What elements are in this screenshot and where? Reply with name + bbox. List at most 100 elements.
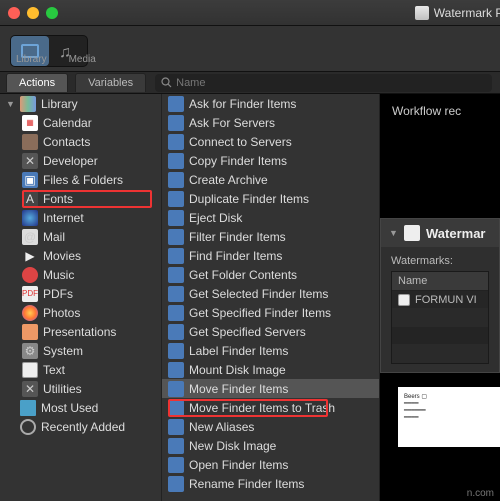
action-item[interactable]: Get Folder Contents bbox=[162, 265, 379, 284]
action-item[interactable]: Filter Finder Items bbox=[162, 227, 379, 246]
finder-icon bbox=[168, 191, 184, 207]
tab-actions[interactable]: Actions bbox=[6, 73, 68, 92]
minimize-icon[interactable] bbox=[27, 7, 39, 19]
clock-icon bbox=[20, 419, 36, 435]
sidebar-item-fonts[interactable]: AFonts bbox=[0, 189, 161, 208]
document-icon bbox=[415, 6, 429, 20]
sidebar-item-pdfs[interactable]: PDFPDFs bbox=[0, 284, 161, 303]
action-item[interactable]: Duplicate Finder Items bbox=[162, 189, 379, 208]
table-row bbox=[392, 327, 488, 345]
action-item[interactable]: New Aliases bbox=[162, 417, 379, 436]
sidebar-item-system[interactable]: ⚙System bbox=[0, 341, 161, 360]
search-icon bbox=[161, 77, 172, 88]
sidebar-item-files-folders[interactable]: ▣Files & Folders bbox=[0, 170, 161, 189]
sidebar-item-contacts[interactable]: Contacts bbox=[0, 132, 161, 151]
action-item[interactable]: Ask for Finder Items bbox=[162, 94, 379, 113]
finder-icon bbox=[168, 153, 184, 169]
sidebar-item-developer[interactable]: ✕Developer bbox=[0, 151, 161, 170]
action-item[interactable]: Create Archive bbox=[162, 170, 379, 189]
finder-icon bbox=[168, 96, 184, 112]
sidebar-recently-added[interactable]: Recently Added bbox=[0, 417, 161, 436]
titlebar: Watermark PD bbox=[0, 0, 500, 26]
workflow-header: Workflow rec bbox=[380, 94, 500, 128]
table-row[interactable]: FORMUN VI bbox=[392, 291, 488, 309]
media-label: Media bbox=[69, 54, 96, 65]
sidebar-item-photos[interactable]: Photos bbox=[0, 303, 161, 322]
text-icon bbox=[22, 362, 38, 378]
sidebar-item-calendar[interactable]: ▦Calendar bbox=[0, 113, 161, 132]
window-title: Watermark PD bbox=[415, 6, 500, 20]
table-row bbox=[392, 309, 488, 327]
internet-icon bbox=[22, 210, 38, 226]
library-root[interactable]: ▼ Library bbox=[0, 94, 161, 113]
sidebar-item-movies[interactable]: ▶Movies bbox=[0, 246, 161, 265]
movies-icon: ▶ bbox=[22, 248, 38, 264]
developer-icon: ✕ bbox=[22, 153, 38, 169]
document-preview: Beers ▢━━━━━━━━━━━━━━ bbox=[398, 387, 500, 447]
action-item[interactable]: Connect to Servers bbox=[162, 132, 379, 151]
finder-icon bbox=[168, 305, 184, 321]
finder-icon bbox=[168, 229, 184, 245]
fonts-icon: A bbox=[22, 191, 38, 207]
search-input[interactable]: Name bbox=[155, 74, 492, 92]
finder-icon bbox=[168, 400, 184, 416]
utilities-icon: ✕ bbox=[22, 381, 38, 397]
watermarks-label: Watermarks: bbox=[391, 255, 489, 267]
action-item[interactable]: Get Selected Finder Items bbox=[162, 284, 379, 303]
close-icon[interactable] bbox=[8, 7, 20, 19]
finder-icon bbox=[168, 115, 184, 131]
watermark-panel: ▼ Watermar Watermarks: Name FORMUN VI bbox=[380, 218, 500, 373]
action-item[interactable]: Rename Finder Items bbox=[162, 474, 379, 493]
watermarks-table: Name FORMUN VI bbox=[391, 271, 489, 364]
system-icon: ⚙ bbox=[22, 343, 38, 359]
tabbar: Actions Variables Name bbox=[0, 72, 500, 94]
sidebar-item-presentations[interactable]: Presentations bbox=[0, 322, 161, 341]
library-icon bbox=[20, 96, 36, 112]
music-icon bbox=[22, 267, 38, 283]
photos-icon bbox=[22, 305, 38, 321]
finder-icon bbox=[168, 381, 184, 397]
pdf-icon bbox=[404, 225, 420, 241]
action-item[interactable]: Get Specified Servers bbox=[162, 322, 379, 341]
sidebar-item-text[interactable]: Text bbox=[0, 360, 161, 379]
action-item[interactable]: Open Finder Items bbox=[162, 455, 379, 474]
presentations-icon bbox=[22, 324, 38, 340]
finder-icon bbox=[168, 172, 184, 188]
maximize-icon[interactable] bbox=[46, 7, 58, 19]
tab-variables[interactable]: Variables bbox=[75, 73, 146, 92]
table-header-name[interactable]: Name bbox=[392, 272, 488, 291]
pdfs-icon: PDF bbox=[22, 286, 38, 302]
action-item[interactable]: Copy Finder Items bbox=[162, 151, 379, 170]
library-sidebar: ▼ Library ▦Calendar Contacts ✕Developer … bbox=[0, 94, 162, 501]
action-item-move-finder-items[interactable]: Move Finder Items bbox=[162, 379, 379, 398]
actions-list: Ask for Finder Items Ask For Servers Con… bbox=[162, 94, 380, 501]
action-item[interactable]: Find Finder Items bbox=[162, 246, 379, 265]
workflow-area: Workflow rec ▼ Watermar Watermarks: Name… bbox=[380, 94, 500, 501]
finder-icon bbox=[168, 248, 184, 264]
sidebar-item-internet[interactable]: Internet bbox=[0, 208, 161, 227]
finder-icon bbox=[168, 438, 184, 454]
file-icon bbox=[398, 294, 410, 306]
contacts-icon bbox=[22, 134, 38, 150]
action-item[interactable]: Ask For Servers bbox=[162, 113, 379, 132]
sidebar-item-utilities[interactable]: ✕Utilities bbox=[0, 379, 161, 398]
finder-icon bbox=[168, 419, 184, 435]
files-folders-icon: ▣ bbox=[22, 172, 38, 188]
action-item[interactable]: Label Finder Items bbox=[162, 341, 379, 360]
sidebar-most-used[interactable]: Most Used bbox=[0, 398, 161, 417]
panel-title: Watermar bbox=[426, 226, 485, 241]
action-item[interactable]: Get Specified Finder Items bbox=[162, 303, 379, 322]
action-item[interactable]: Eject Disk bbox=[162, 208, 379, 227]
sidebar-item-mail[interactable]: @Mail bbox=[0, 227, 161, 246]
toolbar bbox=[0, 26, 500, 72]
table-row bbox=[392, 345, 488, 363]
finder-icon bbox=[168, 267, 184, 283]
library-label: Library bbox=[16, 54, 47, 65]
sidebar-item-music[interactable]: Music bbox=[0, 265, 161, 284]
finder-icon bbox=[168, 286, 184, 302]
finder-icon bbox=[168, 210, 184, 226]
action-item[interactable]: Mount Disk Image bbox=[162, 360, 379, 379]
action-item[interactable]: Move Finder Items to Trash bbox=[162, 398, 379, 417]
calendar-icon: ▦ bbox=[22, 115, 38, 131]
action-item[interactable]: New Disk Image bbox=[162, 436, 379, 455]
